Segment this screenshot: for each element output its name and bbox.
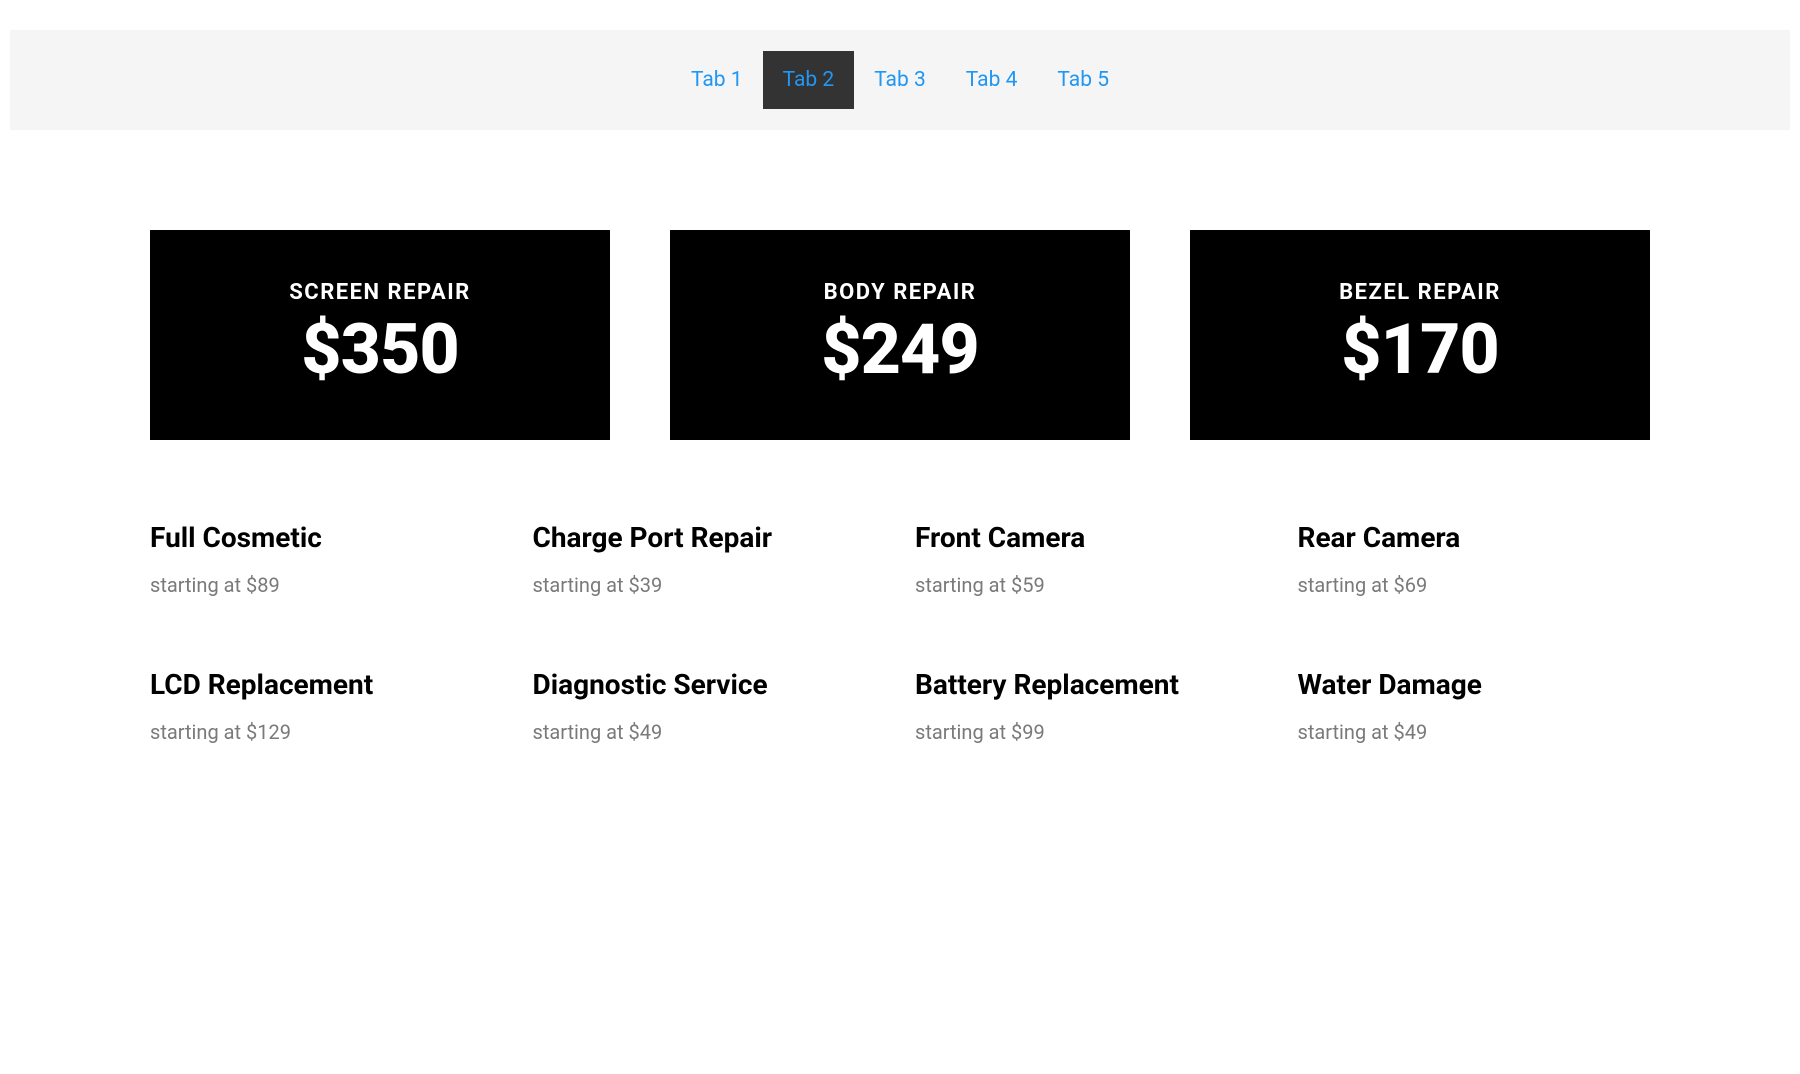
- tab-5[interactable]: Tab 5: [1037, 51, 1129, 109]
- featured-card-bezel-repair: BEZEL REPAIR $170: [1190, 230, 1650, 440]
- service-price: starting at $59: [915, 573, 1268, 597]
- featured-title: SCREEN REPAIR: [170, 280, 590, 305]
- tab-3[interactable]: Tab 3: [854, 51, 946, 109]
- service-item: LCD Replacement starting at $129: [150, 667, 503, 744]
- service-title: Charge Port Repair: [533, 520, 886, 555]
- tab-1[interactable]: Tab 1: [671, 51, 763, 109]
- featured-title: BEZEL REPAIR: [1210, 280, 1630, 305]
- tab-4[interactable]: Tab 4: [946, 51, 1038, 109]
- service-price: starting at $89: [150, 573, 503, 597]
- service-price: starting at $49: [533, 720, 886, 744]
- service-title: LCD Replacement: [150, 667, 503, 702]
- featured-price: $350: [170, 315, 590, 385]
- service-item: Charge Port Repair starting at $39: [533, 520, 886, 597]
- service-title: Full Cosmetic: [150, 520, 503, 555]
- service-title: Front Camera: [915, 520, 1268, 555]
- service-title: Water Damage: [1298, 667, 1651, 702]
- featured-card-screen-repair: SCREEN REPAIR $350: [150, 230, 610, 440]
- service-price: starting at $49: [1298, 720, 1651, 744]
- tab-bar: Tab 1 Tab 2 Tab 3 Tab 4 Tab 5: [10, 30, 1790, 130]
- service-item: Water Damage starting at $49: [1298, 667, 1651, 744]
- service-title: Battery Replacement: [915, 667, 1268, 702]
- service-item: Battery Replacement starting at $99: [915, 667, 1268, 744]
- service-item: Full Cosmetic starting at $89: [150, 520, 503, 597]
- service-price: starting at $129: [150, 720, 503, 744]
- service-item: Rear Camera starting at $69: [1298, 520, 1651, 597]
- featured-row: SCREEN REPAIR $350 BODY REPAIR $249 BEZE…: [150, 230, 1650, 440]
- service-title: Rear Camera: [1298, 520, 1651, 555]
- service-price: starting at $99: [915, 720, 1268, 744]
- featured-price: $249: [690, 315, 1110, 385]
- service-title: Diagnostic Service: [533, 667, 886, 702]
- featured-price: $170: [1210, 315, 1630, 385]
- services-grid: Full Cosmetic starting at $89 Charge Por…: [150, 520, 1650, 744]
- service-price: starting at $69: [1298, 573, 1651, 597]
- service-item: Diagnostic Service starting at $49: [533, 667, 886, 744]
- service-item: Front Camera starting at $59: [915, 520, 1268, 597]
- featured-card-body-repair: BODY REPAIR $249: [670, 230, 1130, 440]
- tab-2[interactable]: Tab 2: [763, 51, 855, 109]
- service-price: starting at $39: [533, 573, 886, 597]
- featured-title: BODY REPAIR: [690, 280, 1110, 305]
- content-area: SCREEN REPAIR $350 BODY REPAIR $249 BEZE…: [0, 230, 1800, 744]
